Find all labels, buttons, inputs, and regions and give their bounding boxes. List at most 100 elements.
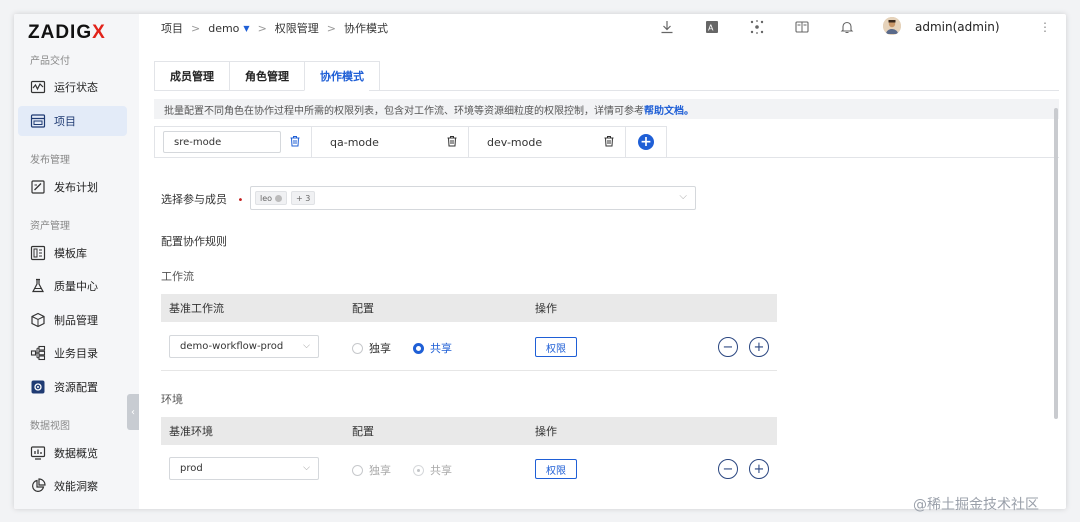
tab-members[interactable]: 成员管理 [154,61,229,91]
mode-name-input[interactable]: sre-mode [163,131,281,153]
trash-icon[interactable] [446,135,458,150]
add-row-button[interactable]: + [749,337,769,357]
add-row-button[interactable]: + [749,459,769,479]
breadcrumb-collab-mode: 协作模式 [344,22,389,35]
workflow-table-header: 基准工作流 配置 操作 [161,294,777,322]
catalog-icon [30,345,46,361]
col-actions: 操作 [535,302,557,315]
workflow-select[interactable]: demo-workflow-prod ⌵ [169,335,319,358]
more-vertical-icon[interactable]: ⋮ [1039,20,1051,34]
radio-shared-disabled: 共享 [413,462,452,478]
book-icon[interactable] [779,18,824,36]
translate-icon[interactable]: A [689,18,734,36]
sidebar-item-catalog[interactable]: 业务目录 [18,338,127,368]
member-select[interactable]: leo + 3 ⌵ [250,186,696,210]
mode-tabs: sre-mode qa-mode dev-mode + [154,126,667,158]
radio-circle [352,342,363,354]
network-icon[interactable] [734,18,779,36]
trash-icon[interactable] [603,135,615,150]
plus-icon: + [638,134,654,150]
description-text: 批量配置不同角色在协作过程中所需的权限列表，包含对工作流、环境等资源细粒度的权限… [164,105,644,117]
mode-tab-dev[interactable]: dev-mode [468,126,625,158]
pie-chart-icon [30,478,46,494]
caret-down-icon[interactable]: ▼ [243,24,249,33]
member-chip: leo [255,191,288,205]
breadcrumb-permissions[interactable]: 权限管理 [275,20,319,36]
remove-row-button[interactable]: − [718,337,738,357]
rules-title: 配置协作规则 [161,235,227,248]
col-config: 配置 [352,302,374,315]
breadcrumb-project-select[interactable]: demo [208,22,239,35]
watermark: @稀土掘金技术社区 [913,497,1039,513]
dashboard-icon [30,445,46,461]
mode-tab-qa[interactable]: qa-mode [311,126,468,158]
tab-roles[interactable]: 角色管理 [229,61,304,91]
top-header: 项目 > demo ▼ > 权限管理 > 协作模式 A admin(admin)… [139,14,1066,40]
radio-circle [413,464,424,476]
project-icon [30,113,46,129]
bell-icon[interactable] [824,18,869,36]
svg-text:A: A [708,24,714,33]
required-mark: • [237,195,244,206]
user-name[interactable]: admin(admin) [915,20,1000,34]
trash-icon[interactable] [289,135,301,150]
tab-collab-mode[interactable]: 协作模式 [304,61,380,91]
content-scrollbar[interactable] [1054,108,1058,419]
sidebar-item-release-plan[interactable]: 发布计划 [18,172,127,202]
sidebar-item-data-overview[interactable]: 数据概览 [18,438,127,468]
env-section-title: 环境 [161,393,183,406]
sidebar-item-resources[interactable]: 资源配置 [18,372,127,402]
activity-icon [30,79,46,95]
header-toolbar: A [644,18,869,36]
radio-shared[interactable]: 共享 [413,340,452,356]
env-table-header: 基准环境 配置 操作 [161,417,777,445]
radio-exclusive-disabled: 独享 [352,462,391,478]
breadcrumb-separator: > [257,21,267,35]
breadcrumb-separator: > [191,21,201,35]
chevron-left-icon: ‹ [131,406,135,418]
members-label: 选择参与成员 • [161,193,244,206]
minus-icon: − [722,339,734,355]
col-config: 配置 [352,425,374,438]
sidebar-item-artifacts[interactable]: 制品管理 [18,305,127,335]
sidebar-item-insights[interactable]: 效能洞察 [18,471,127,501]
col-base-env: 基准环境 [169,425,213,438]
plus-icon: + [753,339,765,355]
mode-tab-sre[interactable]: sre-mode [154,126,311,158]
sidebar-item-quality[interactable]: 质量中心 [18,271,127,301]
chip-remove-icon[interactable] [275,194,283,202]
mode-tabs-divider [662,157,1059,158]
sidebar-item-project[interactable]: 项目 [18,106,127,136]
sidebar-item-status[interactable]: 运行状态 [18,72,127,102]
col-actions: 操作 [535,425,557,438]
breadcrumb: 项目 > demo ▼ > 权限管理 > 协作模式 [161,20,388,36]
radio-exclusive[interactable]: 独享 [352,340,391,356]
help-doc-link[interactable]: 帮助文档。 [644,102,694,117]
breadcrumb-projects[interactable]: 项目 [161,20,183,36]
permission-button[interactable]: 权限 [535,337,577,357]
download-icon[interactable] [644,18,689,36]
flask-icon [30,278,46,294]
plus-icon: + [753,461,765,477]
table-row: prod ⌵ 独享 共享 权限 − + [161,445,777,493]
permission-button[interactable]: 权限 [535,459,577,479]
member-more-chip: + 3 [291,191,316,205]
chevron-down-icon: ⌵ [303,341,310,351]
avatar[interactable] [883,17,901,35]
tab-divider [369,90,1059,91]
radio-circle [413,342,424,354]
sidebar-section-assets: 资产管理 [30,221,70,232]
mode-tab-label: dev-mode [487,135,543,149]
sidebar: ZADIGX 产品交付 运行状态 项目 发布管理 发布计划 资产管理 模板库 质… [14,14,139,509]
template-icon [30,245,46,261]
zadig-logo[interactable]: ZADIGX [28,22,106,44]
chevron-down-icon: ⌵ [679,191,687,202]
env-select[interactable]: prod ⌵ [169,457,319,480]
mode-tab-label: qa-mode [330,135,379,149]
sidebar-item-templates[interactable]: 模板库 [18,238,127,268]
sidebar-section-release: 发布管理 [30,155,70,166]
sidebar-collapse-handle[interactable]: ‹ [127,394,139,430]
add-mode-button[interactable]: + [625,126,667,158]
remove-row-button[interactable]: − [718,459,738,479]
release-plan-icon [30,179,46,195]
